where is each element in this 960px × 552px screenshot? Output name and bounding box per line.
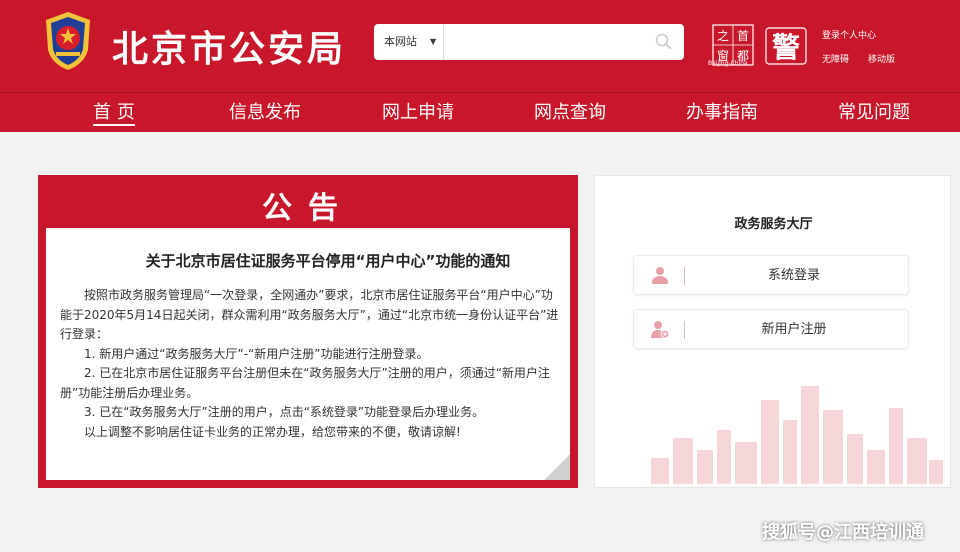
search-bar: 本网站 ▼ <box>374 24 684 60</box>
search-input[interactable] <box>446 30 646 54</box>
service-panel-title: 政务服务大厅 <box>734 217 813 232</box>
police-seal-logo: 警 <box>765 27 807 65</box>
announcement-paragraph: 2. 已在北京市居住证服务平台注册但未在“政务服务大厅”注册的用户，须通过“新用… <box>60 366 550 400</box>
nav-outlet-search[interactable]: 网点查询 <box>510 93 630 133</box>
announcement-body: 按照市政务服务管理局“一次登录，全网通办”要求，北京市居住证服务平台“用户中心”… <box>60 286 560 442</box>
police-emblem-icon <box>46 12 90 70</box>
announcement-panel: 公告 关于北京市居住证服务平台停用“用户中心”功能的通知 按照市政务服务管理局“… <box>38 175 578 488</box>
new-user-register-button[interactable]: 新用户注册 <box>633 309 909 349</box>
nav-online-apply[interactable]: 网上申请 <box>358 93 478 133</box>
svg-text:警: 警 <box>772 31 800 64</box>
nav-faq[interactable]: 常见问题 <box>814 93 934 133</box>
chevron-down-icon: ▼ <box>430 37 437 46</box>
watermark: 搜狐号@江西培训通 <box>762 522 924 543</box>
svg-text:之: 之 <box>717 29 729 43</box>
user-icon <box>652 267 668 284</box>
search-scope-label: 本网站 <box>384 35 417 48</box>
user-center-link[interactable]: 登录个人中心 <box>822 28 876 41</box>
site-header: 北京市公安局 本网站 ▼ 之 首 窗 都 Beijing-China 警 登录个… <box>0 0 960 92</box>
nav-home[interactable]: 首 页 <box>54 93 174 133</box>
capital-logo-subtitle: Beijing-China <box>708 60 748 67</box>
system-login-button[interactable]: 系统登录 <box>633 255 909 295</box>
announcement-paragraph: 按照市政务服务管理局“一次登录，全网通办”要求，北京市居住证服务平台“用户中心”… <box>60 288 559 341</box>
main-nav: 首 页 信息发布 网上申请 网点查询 办事指南 常见问题 <box>0 92 960 132</box>
gov-service-panel: 政务服务大厅 系统登录 新用户注册 <box>594 175 951 488</box>
divider <box>684 321 685 339</box>
city-skyline-illustration <box>651 386 943 484</box>
announcement-paper: 关于北京市居住证服务平台停用“用户中心”功能的通知 按照市政务服务管理局“一次登… <box>46 228 570 480</box>
site-title: 北京市公安局 <box>112 29 347 70</box>
svg-text:首: 首 <box>737 29 749 43</box>
accessible-link[interactable]: 无障碍 <box>822 52 849 65</box>
announcement-title: 关于北京市居住证服务平台停用“用户中心”功能的通知 <box>145 252 511 270</box>
nav-guide[interactable]: 办事指南 <box>662 93 782 133</box>
nav-news[interactable]: 信息发布 <box>205 93 325 133</box>
search-scope-select[interactable]: 本网站 ▼ <box>374 24 444 60</box>
new-user-register-label: 新用户注册 <box>761 322 827 337</box>
announcement-heading: 公告 <box>262 191 354 226</box>
announcement-paragraph: 1. 新用户通过“政务服务大厅”-“新用户注册”功能进行注册登录。 <box>84 346 429 361</box>
search-icon[interactable] <box>654 32 674 52</box>
announcement-paragraph: 3. 已在“政务服务大厅”注册的用户，点击“系统登录”功能登录后办理业务。 <box>84 405 485 419</box>
divider <box>684 267 685 285</box>
mobile-version-link[interactable]: 移动版 <box>868 52 895 65</box>
page-fold-corner <box>544 454 570 480</box>
system-login-label: 系统登录 <box>767 268 820 283</box>
add-user-icon <box>651 321 670 339</box>
announcement-paragraph: 以上调整不影响居住证卡业务的正常办理，给您带来的不便，敬请谅解! <box>84 424 461 439</box>
